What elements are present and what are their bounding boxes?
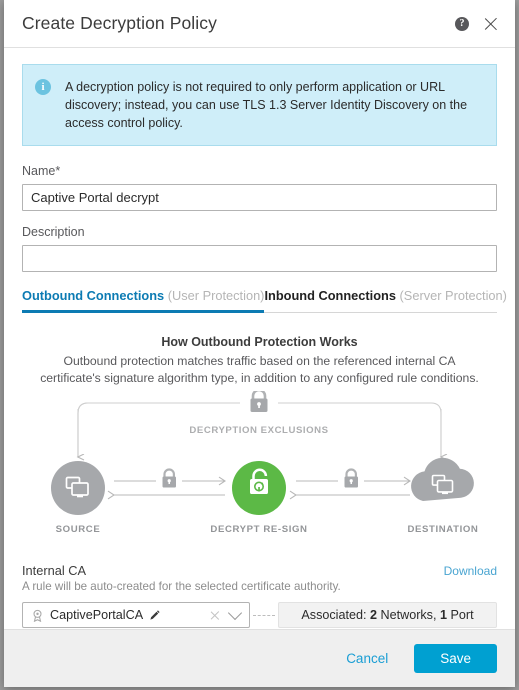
description-field-group: Description [22,225,497,272]
certificate-authority-select[interactable]: CaptivePortalCA [22,602,250,628]
diagram-title: How Outbound Protection Works [161,335,358,349]
svg-text:DECRYPT RE-SIGN: DECRYPT RE-SIGN [210,524,307,535]
dialog-footer: Cancel Save [4,629,515,687]
tab-outbound-connections[interactable]: Outbound Connections (User Protection) [22,286,265,313]
name-label: Name* [22,164,61,178]
pencil-icon[interactable] [149,609,160,621]
internal-ca-section: Internal CA Download A rule will be auto… [22,563,497,629]
header-icon-group: ? [455,15,499,32]
tab-inbound-connections[interactable]: Inbound Connections (Server Protection) [264,286,506,312]
diagram-description: Outbound protection matches traffic base… [40,354,479,385]
name-input[interactable] [22,184,497,211]
save-button[interactable]: Save [414,644,497,673]
chevron-down-icon[interactable] [227,605,243,621]
associated-prefix: Associated: [301,608,367,622]
associated-networks-count: 2 [369,608,377,622]
internal-ca-subtitle: A rule will be auto-created for the sele… [22,580,341,593]
decryption-exclusions-label: DECRYPTION EXCLUSIONS [189,425,328,436]
associated-ports-count: 1 [439,608,447,622]
info-banner-text: A decryption policy is not required to o… [65,80,468,130]
name-field-group: Name* [22,164,497,211]
diagram-node-decrypt-resign: DECRYPT RE-SIGN [210,461,307,535]
help-icon[interactable]: ? [455,16,469,31]
clear-selection-icon[interactable] [209,610,220,621]
info-banner: i A decryption policy is not required to… [22,64,497,146]
associated-ports-label: Port [450,608,474,622]
associated-networks-label: Networks, [380,608,437,622]
dotted-connector [253,614,275,616]
connection-tabs: Outbound Connections (User Protection) I… [22,286,507,313]
internal-ca-title: Internal CA [22,563,87,578]
associated-objects-badge: Associated: 2 Networks, 1 Port [278,602,497,628]
download-link[interactable]: Download [444,564,497,578]
padlock-icon-exclusions [250,391,268,412]
description-label: Description [22,225,85,239]
cancel-button[interactable]: Cancel [332,645,402,672]
description-input[interactable] [22,245,497,272]
tab-inbound-label: Inbound Connections [264,288,396,303]
dialog-body: i A decryption policy is not required to… [4,48,515,629]
svg-text:DESTINATION: DESTINATION [408,524,479,535]
tab-outbound-label: Outbound Connections [22,288,165,303]
padlock-icon-left [162,468,176,488]
protection-diagram: How Outbound Protection Works Outbound p… [22,313,497,561]
diagram-node-destination: DESTINATION [408,457,479,535]
certificate-seal-icon [33,609,42,622]
info-icon: i [35,79,51,95]
internal-ca-row: CaptivePortalCA Associated: 2 Networks, … [22,602,497,628]
create-decryption-policy-dialog: Create Decryption Policy ? i A decryptio… [4,0,515,687]
svg-text:SOURCE: SOURCE [56,524,101,535]
padlock-icon-right [344,468,358,488]
tab-outbound-sublabel: (User Protection) [167,288,265,303]
close-icon[interactable] [482,15,499,32]
diagram-graphic: DECRYPTION EXCLUSIONS SOURCE DECRYPT RE-… [51,391,479,535]
tab-inbound-sublabel: (Server Protection) [399,288,507,303]
dialog-title: Create Decryption Policy [22,13,217,33]
selected-ca-name: CaptivePortalCA [50,608,144,622]
internal-ca-header: Internal CA Download [22,563,497,578]
dialog-header: Create Decryption Policy ? [4,0,515,48]
diagram-node-source: SOURCE [51,461,105,535]
